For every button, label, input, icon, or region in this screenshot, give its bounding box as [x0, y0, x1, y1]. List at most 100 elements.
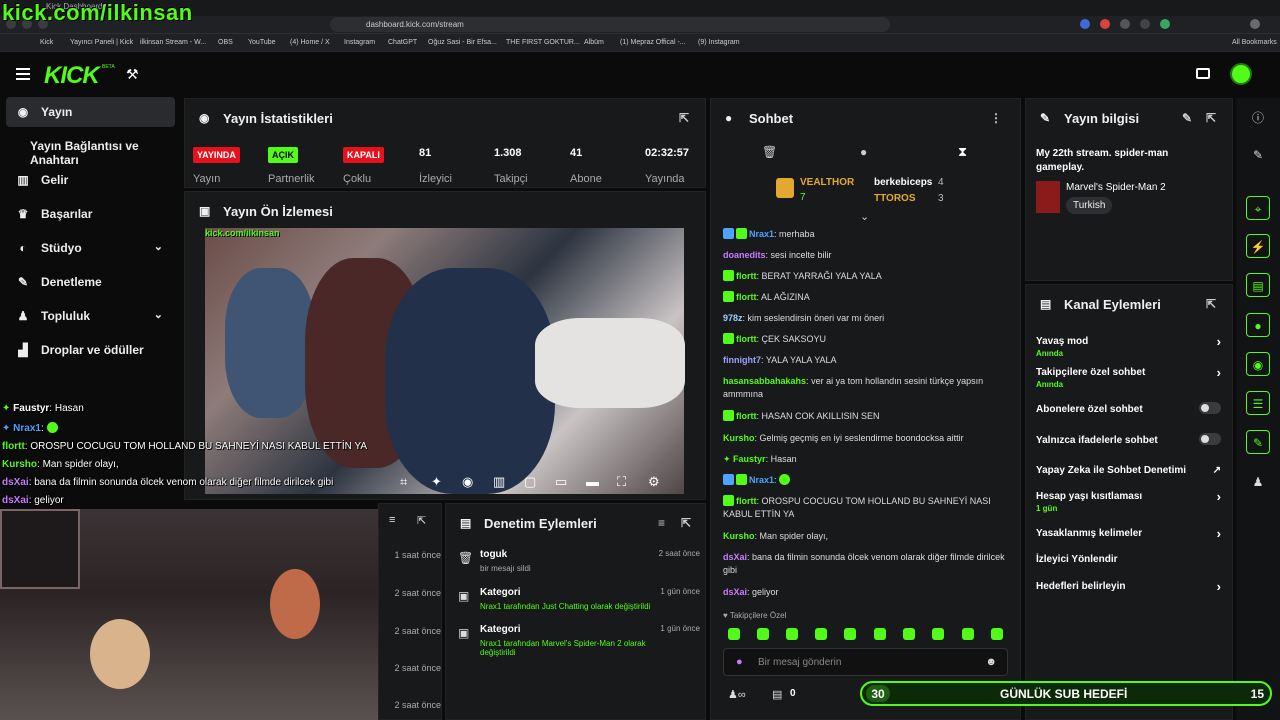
chat-user[interactable]: 978z — [723, 313, 743, 323]
top-gifter-name[interactable]: berkebiceps — [874, 177, 932, 188]
stream-video[interactable]: kick.com/ilkinsan — [205, 228, 685, 494]
target-icon[interactable]: ⌖ — [1246, 196, 1270, 220]
fullscreen-icon[interactable]: ⛶ — [617, 474, 626, 490]
chat-user[interactable]: Nrax1 — [749, 475, 774, 485]
extension-icon[interactable] — [1120, 19, 1130, 29]
more-icon[interactable]: ⋮ — [990, 111, 1002, 125]
chat-user[interactable]: Kursho — [723, 531, 755, 541]
crop-icon[interactable]: ⌗ — [400, 474, 407, 490]
sidebar-item-stream-key[interactable]: Yayın Bağlantısı ve Anahtarı — [6, 131, 175, 167]
gear-icon[interactable]: ⚙ — [648, 474, 660, 490]
mod-view-icon[interactable] — [1196, 68, 1210, 79]
extension-icon[interactable] — [1160, 19, 1170, 29]
bookmark[interactable]: Oğuz Sasi - Bir Efsa... — [428, 39, 497, 46]
emote-icon[interactable] — [844, 628, 856, 640]
sidebar-item-studyo[interactable]: ◐ Stüdyo ⌄ — [6, 233, 175, 263]
chat-user[interactable]: flortt — [736, 411, 757, 421]
play-icon[interactable]: ◉ — [462, 474, 473, 490]
action-goals[interactable]: Hedefleri belirleyin › — [1036, 579, 1221, 594]
toggle-switch[interactable] — [1199, 433, 1221, 445]
toggle-switch[interactable] — [1199, 402, 1221, 414]
profile-icon[interactable] — [1250, 19, 1260, 29]
store-icon[interactable]: ▤ — [772, 688, 782, 701]
emote-icon[interactable] — [903, 628, 915, 640]
hourglass-icon[interactable]: ⧗ — [958, 144, 967, 160]
emote-icon[interactable] — [991, 628, 1003, 640]
chat-user[interactable]: finnight7 — [723, 355, 761, 365]
category-thumbnail[interactable] — [1036, 181, 1060, 213]
chat-input[interactable]: ● Bir mesaj gönderin ☻ — [723, 648, 1008, 676]
chat-user[interactable]: dsXai — [723, 587, 747, 597]
action-slow-mode[interactable]: Yavaş mod Anında › — [1036, 334, 1221, 358]
hammer-icon[interactable]: ⚒ — [126, 66, 139, 83]
action-raid[interactable]: İzleyici Yönlendir — [1036, 554, 1221, 565]
document-icon[interactable]: ▤ — [1246, 273, 1270, 297]
theater-icon[interactable]: ▬ — [586, 474, 599, 489]
chat-user[interactable]: Nrax1 — [749, 229, 774, 239]
sidebar-item-topluluk[interactable]: ♟ Topluluk ⌄ — [6, 301, 175, 331]
extension-icon[interactable] — [1140, 19, 1150, 29]
chat-user[interactable]: flortt — [736, 292, 757, 302]
emote-icon[interactable] — [815, 628, 827, 640]
bookmark[interactable]: (4) Home / X — [290, 39, 330, 46]
chat-user[interactable]: flortt — [736, 271, 757, 281]
emote-icon[interactable] — [728, 628, 740, 640]
bookmark[interactable]: Albüm — [584, 39, 604, 46]
menu-icon[interactable] — [16, 68, 30, 80]
bookmark[interactable]: (1) Mepraz Offical -... — [620, 39, 686, 46]
chat-user[interactable]: flortt — [736, 334, 757, 344]
emote-icon[interactable] — [932, 628, 944, 640]
sidebar-item-denetleme[interactable]: ✎ Denetleme — [6, 267, 175, 297]
emote-icon[interactable] — [786, 628, 798, 640]
avatar[interactable] — [1230, 63, 1252, 85]
stats-icon[interactable]: ▥ — [493, 474, 505, 490]
bookmark[interactable]: Kick — [40, 39, 53, 46]
chat-user[interactable]: doanedits — [723, 250, 766, 260]
category-name[interactable]: Marvel's Spider-Man 2 — [1066, 182, 1166, 193]
chevron-down-icon[interactable]: ⌄ — [860, 210, 869, 223]
all-bookmarks[interactable]: All Bookmarks — [1232, 39, 1277, 46]
trash-icon[interactable]: 🗑 — [762, 145, 777, 159]
action-ai-moderation[interactable]: Yapay Zeka ile Sohbet Denetimi ↗ — [1036, 465, 1221, 476]
sparkle-icon[interactable]: ✦ — [431, 474, 442, 490]
emote-icon[interactable] — [962, 628, 974, 640]
chat-user[interactable]: Kursho — [723, 433, 755, 443]
filter-icon[interactable]: ≡ — [658, 516, 665, 530]
sidebar-item-yayin[interactable]: ◉ Yayın — [6, 97, 175, 127]
filter-icon[interactable]: ≡ — [389, 514, 395, 526]
extension-icon[interactable] — [1100, 19, 1110, 29]
popout-icon[interactable]: ⇱ — [681, 516, 691, 530]
bookmark[interactable]: THE FIRST GOKTUR... — [506, 39, 580, 46]
popout-icon[interactable]: ⇱ — [679, 111, 689, 125]
chat-user[interactable]: flortt — [736, 496, 757, 506]
chat-user[interactable]: Faustyr — [733, 454, 766, 464]
lightning-icon[interactable]: ⚡ — [1246, 234, 1270, 258]
bookmark[interactable]: (9) Instagram — [698, 39, 740, 46]
kick-logo[interactable]: KICK — [44, 62, 100, 90]
wrench-icon[interactable]: ✎ — [1246, 430, 1270, 454]
chat-user[interactable]: dsXai — [723, 552, 747, 562]
chat-user[interactable]: hasansabbahakahs — [723, 376, 806, 386]
broadcast-icon[interactable]: ◉ — [1246, 352, 1270, 376]
address-bar[interactable]: dashboard.kick.com/stream — [330, 17, 890, 32]
bookmark[interactable]: ilkinsan Stream - W... — [140, 39, 206, 46]
popout-icon[interactable]: ⇱ — [1206, 297, 1216, 311]
top-gifter-name[interactable]: VEALTHOR — [800, 177, 854, 188]
chat-bubble-icon[interactable]: ● — [860, 145, 867, 159]
action-banned-words[interactable]: Yasaklanmış kelimeler › — [1036, 526, 1221, 541]
popout-icon[interactable]: ⇱ — [1206, 111, 1216, 125]
bookmark[interactable]: Instagram — [344, 39, 375, 46]
pip-icon[interactable]: ▢ — [524, 474, 536, 490]
top-gifter-name[interactable]: TTOROS — [874, 193, 915, 204]
users-icon[interactable]: ♟ — [1246, 470, 1270, 494]
emoji-icon[interactable]: ☻ — [985, 656, 997, 668]
list-icon[interactable]: ☰ — [1246, 391, 1270, 415]
bookmark[interactable]: YouTube — [248, 39, 276, 46]
popout-icon[interactable]: ⇱ — [417, 514, 426, 527]
bookmark[interactable]: ChatGPT — [388, 39, 417, 46]
action-account-age[interactable]: Hesap yaşı kısıtlaması 1 gün › — [1036, 489, 1221, 513]
sidebar-item-basarilar[interactable]: ♛ Başarılar — [6, 199, 175, 229]
edit-icon[interactable]: ✎ — [1182, 111, 1192, 125]
bookmark[interactable]: OBS — [218, 39, 233, 46]
sidebar-item-droplar[interactable]: ▟ Droplar ve ödüller — [6, 335, 175, 365]
